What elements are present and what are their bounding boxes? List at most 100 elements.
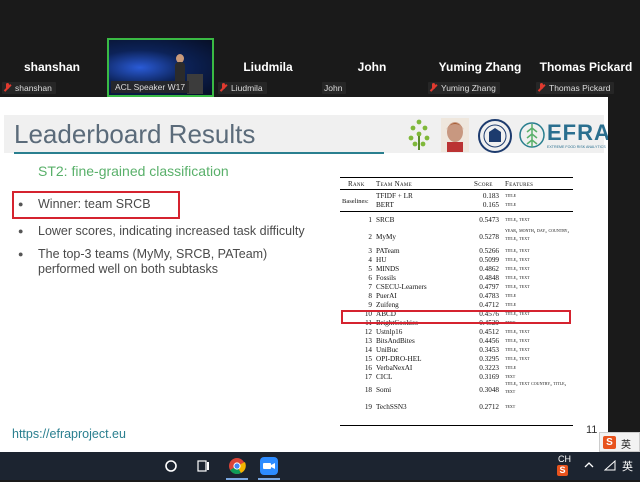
windows-taskbar: CH S 英 bbox=[0, 452, 640, 480]
header-rank: Rank bbox=[348, 180, 365, 188]
participant-tile-yuming-zhang[interactable]: Yuming Zhang Yuming Zhang bbox=[426, 38, 534, 97]
muted-mic-icon bbox=[538, 83, 545, 92]
team-features: title bbox=[505, 192, 517, 199]
participant-tile-liudmila[interactable]: Liudmila Liudmila bbox=[216, 38, 320, 97]
team-name: CICL bbox=[376, 373, 393, 381]
team-name: SRCB bbox=[376, 216, 395, 224]
team-rank: 17 bbox=[364, 373, 372, 381]
team-score: 0.4512 bbox=[479, 328, 499, 336]
team-name: VerbaNexAI bbox=[376, 364, 413, 372]
baselines-label: Baselines: bbox=[342, 198, 369, 205]
participant-name: Thomas Pickard bbox=[539, 60, 633, 74]
sogou-tray-icon[interactable]: S bbox=[557, 465, 568, 476]
team-name: CSECU-Learners bbox=[376, 283, 427, 291]
team-score: 0.4862 bbox=[479, 265, 499, 273]
team-score: 0.3453 bbox=[479, 346, 499, 354]
project-link[interactable]: https://efraproject.eu bbox=[12, 427, 126, 441]
header-features: Features bbox=[505, 180, 534, 188]
efra-tagline: EXTREME FOOD RISK ANALYTICS bbox=[547, 145, 606, 149]
participant-label: Yuming Zhang bbox=[428, 82, 500, 94]
table-bottom-rule bbox=[340, 425, 573, 426]
team-features: year, month, day, country, title, text bbox=[505, 227, 570, 242]
participant-tile-john[interactable]: John John bbox=[320, 38, 424, 97]
bullet-item: The top-3 teams (MyMy, SRCB, PATeam) per… bbox=[18, 247, 308, 277]
team-score: 0.2712 bbox=[479, 403, 499, 411]
team-rank: 13 bbox=[364, 337, 372, 345]
team-rank: 14 bbox=[364, 346, 372, 354]
team-score: 0.5473 bbox=[479, 216, 499, 224]
participant-name: Liudmila bbox=[243, 60, 293, 74]
lang-indicator[interactable]: 英 bbox=[622, 458, 633, 474]
team-rank: 5 bbox=[368, 265, 372, 273]
team-score: 0.3048 bbox=[479, 386, 499, 394]
team-features: title bbox=[505, 364, 517, 371]
team-name: OPI-DRO-HEL bbox=[376, 355, 422, 363]
team-name: Ustnlp16 bbox=[376, 328, 403, 336]
zoom-side-panel bbox=[608, 97, 640, 452]
header-team: Team Name bbox=[376, 180, 413, 188]
university-seal-logo-icon bbox=[478, 119, 512, 153]
winner-highlight-box bbox=[12, 191, 180, 219]
team-name: PuerAI bbox=[376, 292, 397, 300]
team-name: TFIDF + LR bbox=[376, 192, 413, 200]
chevron-up-icon[interactable] bbox=[584, 460, 594, 472]
participant-tile-thomas-pickard[interactable]: Thomas Pickard Thomas Pickard bbox=[534, 38, 638, 97]
participant-name: shanshan bbox=[23, 60, 80, 74]
shared-slide: Leaderboard Results EFRA EXTREME FOOD RI… bbox=[0, 97, 608, 452]
team-rank: 3 bbox=[368, 247, 372, 255]
ime-lang-indicator: 英 bbox=[621, 440, 631, 451]
team-features: title, text bbox=[505, 355, 530, 362]
muted-mic-icon bbox=[4, 83, 11, 92]
bullet-item: Lower scores, indicating increased task … bbox=[18, 224, 308, 239]
participant-tile-shanshan[interactable]: shanshan shanshan bbox=[0, 38, 104, 97]
team-name: Zuifeng bbox=[376, 301, 399, 309]
team-features: title, text country, title, text bbox=[505, 380, 567, 395]
slide-page-number: 11 bbox=[586, 424, 598, 436]
slide-subtitle: ST2: fine-grained classification bbox=[38, 163, 229, 179]
portrait-logo-icon bbox=[441, 118, 469, 152]
team-features: title, text bbox=[505, 247, 530, 254]
zoom-icon[interactable] bbox=[258, 455, 280, 480]
ime-mode-label[interactable]: CH bbox=[558, 454, 571, 464]
team-rank: 6 bbox=[368, 274, 372, 282]
team-score: 0.4797 bbox=[479, 283, 499, 291]
participant-name: John bbox=[357, 60, 387, 74]
team-score: 0.3295 bbox=[479, 355, 499, 363]
team-features: title, text bbox=[505, 346, 530, 353]
baselines-rule bbox=[340, 211, 573, 212]
ime-floating-bar[interactable]: S 英 bbox=[599, 432, 640, 452]
search-circle-icon[interactable] bbox=[160, 455, 182, 477]
muted-mic-icon bbox=[220, 83, 227, 92]
team-features: title bbox=[505, 301, 517, 308]
team-features: title, text bbox=[505, 274, 530, 281]
team-features: title bbox=[505, 201, 517, 208]
chrome-icon[interactable] bbox=[226, 455, 248, 480]
team-features: title bbox=[505, 292, 517, 299]
logo-row: EFRA EXTREME FOOD RISK ANALYTICS bbox=[405, 118, 608, 154]
team-score: 0.4783 bbox=[479, 292, 499, 300]
team-name: MyMy bbox=[376, 233, 396, 241]
team-name: BERT bbox=[376, 201, 394, 209]
task-view-icon[interactable] bbox=[192, 455, 214, 477]
team-features: title, text bbox=[505, 216, 530, 223]
team-score: 0.4456 bbox=[479, 337, 499, 345]
team-rank: 16 bbox=[364, 364, 372, 372]
team-score: 0.4848 bbox=[479, 274, 499, 282]
team-features: title, text bbox=[505, 337, 530, 344]
srcb-row-highlight-box bbox=[341, 310, 571, 324]
table-top-rule bbox=[340, 177, 573, 178]
team-features: title, text bbox=[505, 256, 530, 263]
team-name: MINDS bbox=[376, 265, 400, 273]
participant-name: Yuming Zhang bbox=[438, 60, 522, 74]
team-rank: 12 bbox=[364, 328, 372, 336]
team-features: title, text bbox=[505, 283, 530, 290]
team-score: 0.183 bbox=[482, 192, 499, 200]
participant-label: shanshan bbox=[2, 82, 56, 94]
team-rank: 8 bbox=[368, 292, 372, 300]
team-rank: 1 bbox=[368, 216, 372, 224]
team-features: text bbox=[505, 403, 516, 410]
active-speaker-video[interactable]: ACL Speaker W17 bbox=[107, 38, 214, 97]
network-icon[interactable] bbox=[603, 459, 616, 474]
participant-label: John bbox=[322, 82, 347, 94]
team-name: HU bbox=[376, 256, 387, 264]
